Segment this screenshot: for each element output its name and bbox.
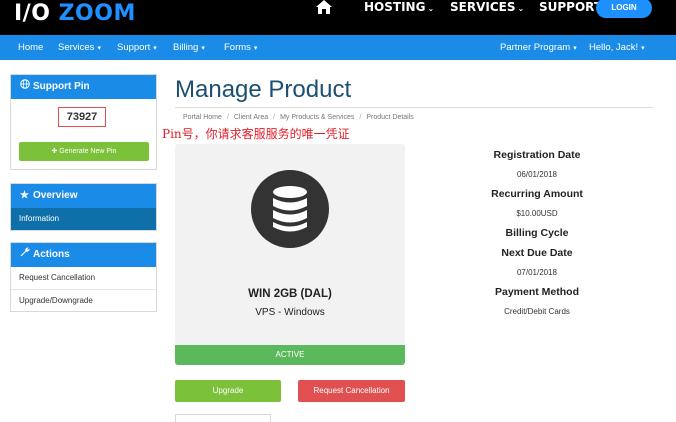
- nav-billing[interactable]: Billing ▾: [173, 35, 205, 61]
- nav-user-label: Hello, Jack!: [589, 42, 639, 53]
- login-button[interactable]: LOGIN: [596, 0, 652, 18]
- breadcrumb-separator: /: [273, 114, 276, 121]
- chevron-down-icon: ▾: [97, 45, 101, 52]
- nav-user-menu[interactable]: Hello, Jack! ▾: [589, 35, 645, 61]
- actions-title: Actions: [33, 249, 70, 260]
- breadcrumb-my-products[interactable]: My Products & Services: [280, 114, 354, 121]
- breadcrumb-product-details: Product Details: [366, 114, 414, 121]
- database-icon: [251, 170, 329, 248]
- chevron-down-icon: ▾: [573, 45, 577, 52]
- nav-home[interactable]: Home: [18, 35, 43, 60]
- status-badge: ACTIVE: [175, 345, 405, 365]
- pin-annotation: Pin号，你请求客服服务的唯一凭证: [162, 127, 350, 141]
- next-due-date-label: Next Due Date: [501, 247, 573, 259]
- chevron-down-icon: ⌄: [517, 4, 525, 13]
- nav-partner-program[interactable]: Partner Program ▾: [500, 35, 577, 61]
- brand-logo[interactable]: I/O ZOOM: [14, 1, 136, 26]
- chevron-down-icon: ⌄: [427, 4, 435, 13]
- top-header: I/O ZOOM HOSTING ⌄ SERVICES ⌄ SUPPORT LOGI…: [0, 0, 676, 35]
- topnav-support[interactable]: SUPPORT: [539, 0, 602, 14]
- product-card: WIN 2GB (DAL) VPS - Windows: [175, 144, 405, 345]
- nav-forms[interactable]: Forms ▾: [224, 35, 257, 61]
- breadcrumb-portal-home[interactable]: Portal Home: [183, 114, 222, 121]
- chevron-down-icon: ▾: [253, 45, 258, 52]
- chevron-down-icon: ▾: [641, 45, 645, 52]
- topnav-hosting[interactable]: HOSTING ⌄: [364, 0, 434, 14]
- support-pin-body: 73927 ✚ Generate New Pin: [11, 99, 156, 169]
- registration-date-label: Registration Date: [493, 149, 581, 161]
- main-navbar: Home Services ▾ Support ▾ Billing ▾ Forms ▾ …: [0, 35, 676, 60]
- topnav-hosting-label: HOSTING: [364, 0, 426, 14]
- nav-services[interactable]: Services ▾: [58, 35, 101, 61]
- logo-suffix: ZOOM: [58, 1, 136, 26]
- chevron-down-icon: ▾: [201, 45, 205, 52]
- title-divider: [175, 107, 653, 108]
- breadcrumb-separator: /: [226, 114, 229, 121]
- page-title: Manage Product: [175, 76, 352, 103]
- topnav-services[interactable]: SERVICES ⌄: [450, 0, 524, 14]
- globe-icon: [19, 75, 30, 99]
- support-pin-value: 73927: [58, 107, 106, 127]
- topnav-support-label: SUPPORT: [539, 0, 603, 14]
- nav-billing-label: Billing: [173, 42, 199, 53]
- support-pin-title: Support Pin: [33, 81, 90, 92]
- product-details: Registration Date 06/01/2018 Recurring A…: [468, 145, 606, 321]
- request-cancellation-button[interactable]: Request Cancellation: [298, 380, 405, 402]
- recurring-amount-value: $10.00USD: [516, 209, 558, 218]
- recurring-amount-label: Recurring Amount: [491, 188, 583, 200]
- actions-header: Actions: [11, 243, 156, 267]
- nav-partner-label: Partner Program: [500, 42, 571, 53]
- nav-forms-label: Forms: [224, 42, 251, 53]
- payment-method-label: Payment Method: [494, 286, 579, 298]
- upgrade-button[interactable]: Upgrade: [175, 380, 281, 402]
- overview-header: ★ Overview: [11, 184, 156, 208]
- sidebar-item-information[interactable]: Information: [11, 208, 156, 230]
- registration-date-value: 06/01/2018: [516, 170, 558, 179]
- wrench-icon: [19, 243, 30, 267]
- product-name: WIN 2GB (DAL): [248, 288, 332, 300]
- logo-prefix: I/O: [14, 1, 51, 26]
- nav-services-label: Services: [58, 42, 95, 53]
- home-icon[interactable]: [316, 0, 332, 14]
- breadcrumb: Portal Home / Client Area / My Products & Se…: [183, 114, 414, 121]
- breadcrumb-separator: /: [359, 114, 362, 121]
- support-pin-header: Support Pin: [11, 75, 156, 99]
- overview-panel: ★ Overview Information: [10, 183, 157, 231]
- star-icon: ★: [20, 190, 29, 201]
- sidebar-item-upgrade-downgrade[interactable]: Upgrade/Downgrade: [11, 289, 156, 311]
- next-due-date-value: 07/01/2018: [516, 268, 558, 277]
- product-group: VPS - Windows: [255, 307, 325, 318]
- sidebar-item-request-cancellation[interactable]: Request Cancellation: [11, 267, 156, 289]
- overview-title: Overview: [33, 190, 78, 201]
- tab-stub[interactable]: [175, 414, 271, 422]
- support-pin-panel: Support Pin 73927 ✚ Generate New Pin: [10, 74, 157, 170]
- topnav-services-label: SERVICES: [450, 0, 516, 14]
- billing-cycle-label: Billing Cycle: [505, 227, 569, 239]
- chevron-down-icon: ▾: [153, 45, 157, 52]
- generate-pin-button[interactable]: ✚ Generate New Pin: [19, 142, 149, 161]
- nav-support[interactable]: Support ▾: [117, 35, 157, 61]
- breadcrumb-client-area[interactable]: Client Area: [234, 114, 268, 121]
- nav-support-label: Support: [117, 42, 151, 53]
- payment-method-value: Credit/Debit Cards: [504, 307, 570, 316]
- actions-panel: Actions Request Cancellation Upgrade/Dow…: [10, 242, 157, 312]
